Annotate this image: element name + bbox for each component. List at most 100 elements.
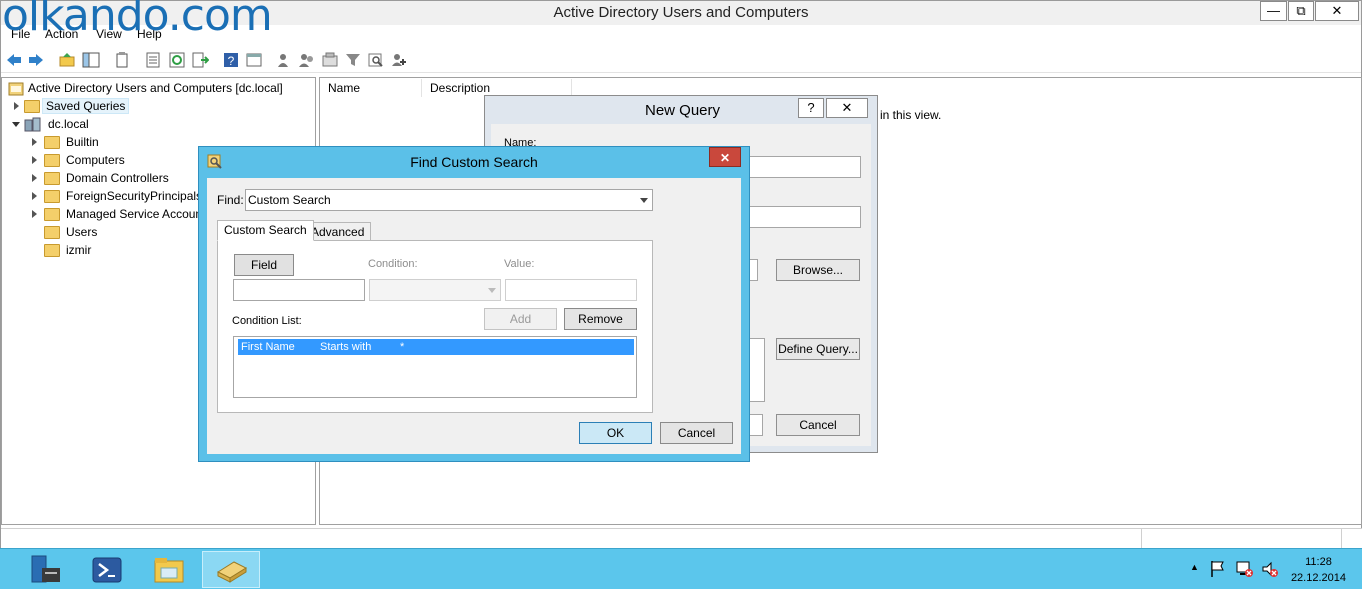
folder-icon	[24, 100, 40, 113]
condition-list[interactable]: First Name Starts with *	[233, 336, 637, 398]
forward-arrow-icon[interactable]	[27, 51, 45, 69]
new-group-icon[interactable]	[298, 51, 316, 69]
ou-folder-icon	[44, 172, 60, 185]
server-manager-icon	[31, 555, 60, 583]
new-user-icon[interactable]	[275, 51, 293, 69]
value-label: Value:	[504, 258, 535, 270]
tree-item-label: Managed Service Accoun	[66, 207, 203, 221]
ok-button[interactable]: OK	[579, 422, 652, 444]
properties-icon[interactable]	[144, 51, 162, 69]
add-to-group-icon[interactable]	[390, 51, 408, 69]
mmc-console-icon[interactable]	[245, 51, 263, 69]
folder-icon	[44, 190, 60, 203]
chevron-down-icon	[488, 288, 496, 293]
field-button[interactable]: Field	[234, 254, 294, 276]
domain-icon	[24, 117, 41, 132]
tree-item-label: izmir	[66, 243, 92, 257]
powershell-icon	[92, 557, 122, 583]
empty-list-message: in this view.	[880, 108, 942, 122]
find-icon[interactable]	[367, 51, 385, 69]
column-header-name[interactable]: Name	[320, 79, 422, 97]
clipboard-icon[interactable]	[113, 51, 131, 69]
condition-field: First Name	[241, 341, 295, 353]
condition-label: Condition:	[368, 258, 418, 270]
close-button[interactable]: ✕	[1315, 1, 1359, 21]
collapse-arrow-icon[interactable]	[12, 122, 20, 127]
ad-users-computers-button[interactable]	[202, 551, 260, 588]
define-query-button[interactable]: Define Query...	[776, 338, 860, 360]
tree-item-label: Domain Controllers	[66, 171, 169, 185]
file-explorer-button[interactable]	[140, 551, 198, 588]
custom-search-panel: Field Condition: Value: Condition List: …	[217, 240, 653, 413]
expand-arrow-icon[interactable]	[32, 138, 37, 146]
expand-arrow-icon[interactable]	[14, 102, 19, 110]
close-button[interactable]: ✕	[826, 98, 868, 118]
ou-folder-icon	[44, 244, 60, 257]
find-dialog-body: Find: Custom Search Custom Search Advanc…	[207, 178, 741, 454]
clock-time: 11:28	[1305, 556, 1332, 568]
status-bar	[1, 528, 1362, 549]
find-select-value: Custom Search	[248, 193, 331, 207]
cancel-button[interactable]: Cancel	[660, 422, 733, 444]
action-center-flag-icon[interactable]	[1210, 560, 1226, 578]
help-button[interactable]: ?	[798, 98, 824, 118]
close-button[interactable]: ✕	[709, 147, 741, 167]
clock-date: 22.12.2014	[1290, 572, 1346, 584]
expand-arrow-icon[interactable]	[32, 174, 37, 182]
chevron-down-icon	[640, 198, 648, 203]
ad-console-icon	[8, 82, 24, 96]
condition-row[interactable]: First Name Starts with *	[238, 339, 634, 355]
up-folder-icon[interactable]	[58, 51, 76, 69]
back-arrow-icon[interactable]	[5, 51, 23, 69]
export-list-icon[interactable]	[191, 51, 209, 69]
toolbar: ?	[1, 47, 1361, 73]
expand-arrow-icon[interactable]	[32, 156, 37, 164]
remove-button[interactable]: Remove	[564, 308, 637, 330]
find-select[interactable]: Custom Search	[245, 189, 653, 211]
tab-custom-search[interactable]: Custom Search	[217, 220, 314, 241]
new-query-title: New Query	[645, 102, 721, 119]
volume-muted-icon[interactable]	[1261, 560, 1279, 578]
value-input[interactable]	[505, 279, 637, 301]
folder-icon	[44, 154, 60, 167]
condition-select[interactable]	[369, 279, 501, 301]
powershell-button[interactable]	[78, 551, 136, 588]
expand-arrow-icon[interactable]	[32, 210, 37, 218]
minimize-button[interactable]: —	[1260, 1, 1287, 21]
show-hide-tree-icon[interactable]	[82, 51, 100, 69]
folder-icon	[44, 226, 60, 239]
help-icon[interactable]: ?	[222, 51, 240, 69]
find-dialog-title-bar: Find Custom Search ✕	[199, 147, 749, 177]
browse-button[interactable]: Browse...	[776, 259, 860, 281]
taskbar: ▲ 11:28 22.12.2014	[0, 548, 1362, 589]
tree-root-label: Active Directory Users and Computers [dc…	[28, 81, 283, 95]
network-icon[interactable]	[1236, 560, 1254, 578]
find-label: Find:	[217, 193, 244, 207]
tree-item-label: Builtin	[66, 135, 99, 149]
field-input[interactable]	[233, 279, 365, 301]
expand-arrow-icon[interactable]	[32, 192, 37, 200]
watermark-text: olkando.com	[2, 0, 273, 41]
condition-type: Starts with	[320, 341, 372, 353]
add-button[interactable]: Add	[484, 308, 557, 330]
name-input[interactable]	[741, 156, 861, 178]
find-custom-search-dialog: Find Custom Search ✕ Find: Custom Search…	[198, 146, 750, 462]
system-clock[interactable]: 11:28 22.12.2014	[1291, 554, 1346, 586]
refresh-icon[interactable]	[168, 51, 186, 69]
ad-users-computers-icon	[216, 561, 248, 583]
svg-text:?: ?	[228, 54, 235, 68]
tree-item-label: Saved Queries	[42, 98, 130, 114]
restore-button[interactable]: ⧉	[1288, 1, 1314, 21]
condition-value: *	[400, 341, 405, 353]
folder-icon	[44, 208, 60, 221]
description-input[interactable]	[741, 206, 861, 228]
tree-item-label: ForeignSecurityPrincipals	[66, 189, 203, 203]
filter-icon[interactable]	[344, 51, 362, 69]
show-hidden-icons-button[interactable]: ▲	[1190, 562, 1199, 572]
new-ou-icon[interactable]	[321, 51, 339, 69]
tab-advanced[interactable]: Advanced	[304, 222, 372, 242]
cancel-button[interactable]: Cancel	[776, 414, 860, 436]
server-manager-button[interactable]	[16, 551, 74, 588]
new-query-title-bar: New Query ? ✕	[485, 96, 877, 124]
tree-item-label: dc.local	[48, 117, 89, 131]
